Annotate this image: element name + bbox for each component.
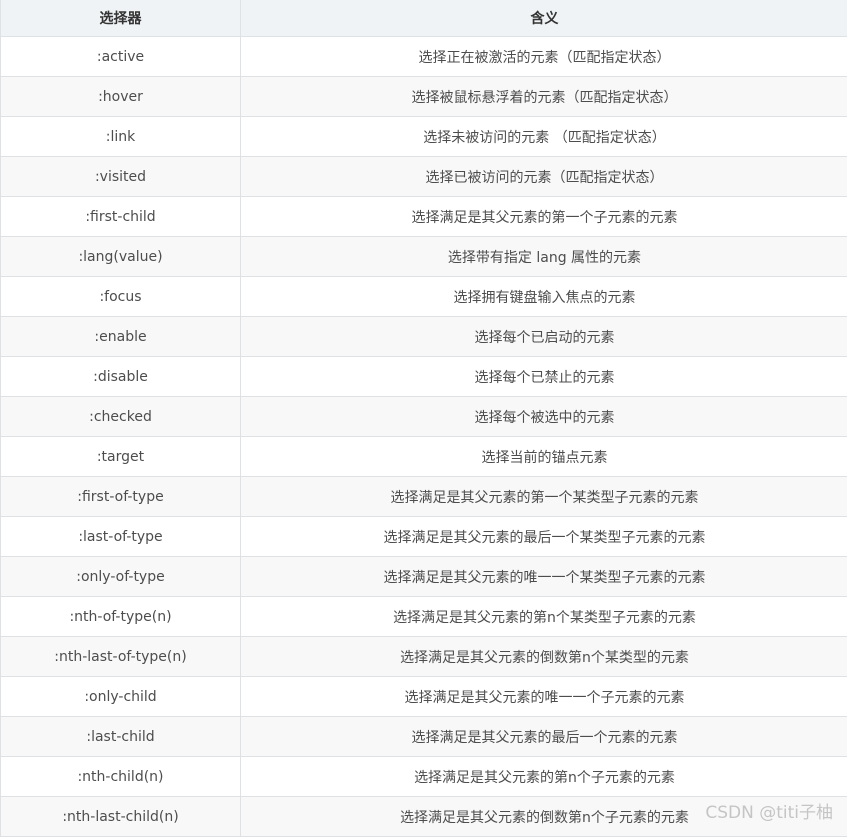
selector-cell: :only-child <box>1 677 241 717</box>
selector-cell: :first-of-type <box>1 477 241 517</box>
table-row: :only-child 选择满足是其父元素的唯一一个子元素的元素 <box>1 677 847 717</box>
table-row: :last-of-type 选择满足是其父元素的最后一个某类型子元素的元素 <box>1 517 847 557</box>
meaning-cell: 选择满足是其父元素的唯一一个某类型子元素的元素 <box>241 557 847 597</box>
meaning-cell: 选择满足是其父元素的第n个子元素的元素 <box>241 757 847 797</box>
table-row: :nth-last-of-type(n) 选择满足是其父元素的倒数第n个某类型的… <box>1 637 847 677</box>
selector-cell: :active <box>1 37 241 77</box>
table-row: :visited 选择已被访问的元素（匹配指定状态） <box>1 157 847 197</box>
table-row: :hover 选择被鼠标悬浮着的元素（匹配指定状态） <box>1 77 847 117</box>
selector-cell: :nth-of-type(n) <box>1 597 241 637</box>
selector-cell: :link <box>1 117 241 157</box>
selector-cell: :target <box>1 437 241 477</box>
selector-cell: :only-of-type <box>1 557 241 597</box>
meaning-cell: 选择满足是其父元素的第n个某类型子元素的元素 <box>241 597 847 637</box>
table-row: :nth-child(n) 选择满足是其父元素的第n个子元素的元素 <box>1 757 847 797</box>
table-row: :disable 选择每个已禁止的元素 <box>1 357 847 397</box>
table-row: :nth-of-type(n) 选择满足是其父元素的第n个某类型子元素的元素 <box>1 597 847 637</box>
selector-cell: :disable <box>1 357 241 397</box>
meaning-cell: 选择已被访问的元素（匹配指定状态） <box>241 157 847 197</box>
meaning-cell: 选择满足是其父元素的最后一个元素的元素 <box>241 717 847 757</box>
table-row: :active 选择正在被激活的元素（匹配指定状态） <box>1 37 847 77</box>
table-row: :first-child 选择满足是其父元素的第一个子元素的元素 <box>1 197 847 237</box>
meaning-cell: 选择带有指定 lang 属性的元素 <box>241 237 847 277</box>
table-row: :only-of-type 选择满足是其父元素的唯一一个某类型子元素的元素 <box>1 557 847 597</box>
table-row: :last-child 选择满足是其父元素的最后一个元素的元素 <box>1 717 847 757</box>
header-meaning: 含义 <box>241 0 847 37</box>
table-row: :lang(value) 选择带有指定 lang 属性的元素 <box>1 237 847 277</box>
selector-cell: :last-of-type <box>1 517 241 557</box>
meaning-cell: 选择每个被选中的元素 <box>241 397 847 437</box>
selector-cell: :focus <box>1 277 241 317</box>
selector-cell: :nth-child(n) <box>1 757 241 797</box>
meaning-cell: 选择未被访问的元素 （匹配指定状态） <box>241 117 847 157</box>
table-row: :link 选择未被访问的元素 （匹配指定状态） <box>1 117 847 157</box>
selector-cell: :enable <box>1 317 241 357</box>
meaning-cell: 选择满足是其父元素的最后一个某类型子元素的元素 <box>241 517 847 557</box>
table-row: :target 选择当前的锚点元素 <box>1 437 847 477</box>
meaning-cell: 选择被鼠标悬浮着的元素（匹配指定状态） <box>241 77 847 117</box>
selector-table: 选择器 含义 :active 选择正在被激活的元素（匹配指定状态） :hover… <box>0 0 847 837</box>
header-selector: 选择器 <box>1 0 241 37</box>
meaning-cell: 选择拥有键盘输入焦点的元素 <box>241 277 847 317</box>
meaning-cell: 选择每个已启动的元素 <box>241 317 847 357</box>
selector-cell: :visited <box>1 157 241 197</box>
selector-cell: :checked <box>1 397 241 437</box>
selector-cell: :lang(value) <box>1 237 241 277</box>
meaning-cell: 选择满足是其父元素的第一个某类型子元素的元素 <box>241 477 847 517</box>
meaning-cell: 选择正在被激活的元素（匹配指定状态） <box>241 37 847 77</box>
selector-cell: :last-child <box>1 717 241 757</box>
selector-cell: :hover <box>1 77 241 117</box>
meaning-cell: 选择每个已禁止的元素 <box>241 357 847 397</box>
meaning-cell: 选择满足是其父元素的唯一一个子元素的元素 <box>241 677 847 717</box>
table-row: :focus 选择拥有键盘输入焦点的元素 <box>1 277 847 317</box>
table-row: :checked 选择每个被选中的元素 <box>1 397 847 437</box>
table-row: :enable 选择每个已启动的元素 <box>1 317 847 357</box>
table-row: :first-of-type 选择满足是其父元素的第一个某类型子元素的元素 <box>1 477 847 517</box>
table-header-row: 选择器 含义 <box>1 0 847 37</box>
meaning-cell: 选择满足是其父元素的第一个子元素的元素 <box>241 197 847 237</box>
meaning-cell: 选择当前的锚点元素 <box>241 437 847 477</box>
selector-cell: :first-child <box>1 197 241 237</box>
meaning-cell: 选择满足是其父元素的倒数第n个某类型的元素 <box>241 637 847 677</box>
selector-cell: :nth-last-of-type(n) <box>1 637 241 677</box>
